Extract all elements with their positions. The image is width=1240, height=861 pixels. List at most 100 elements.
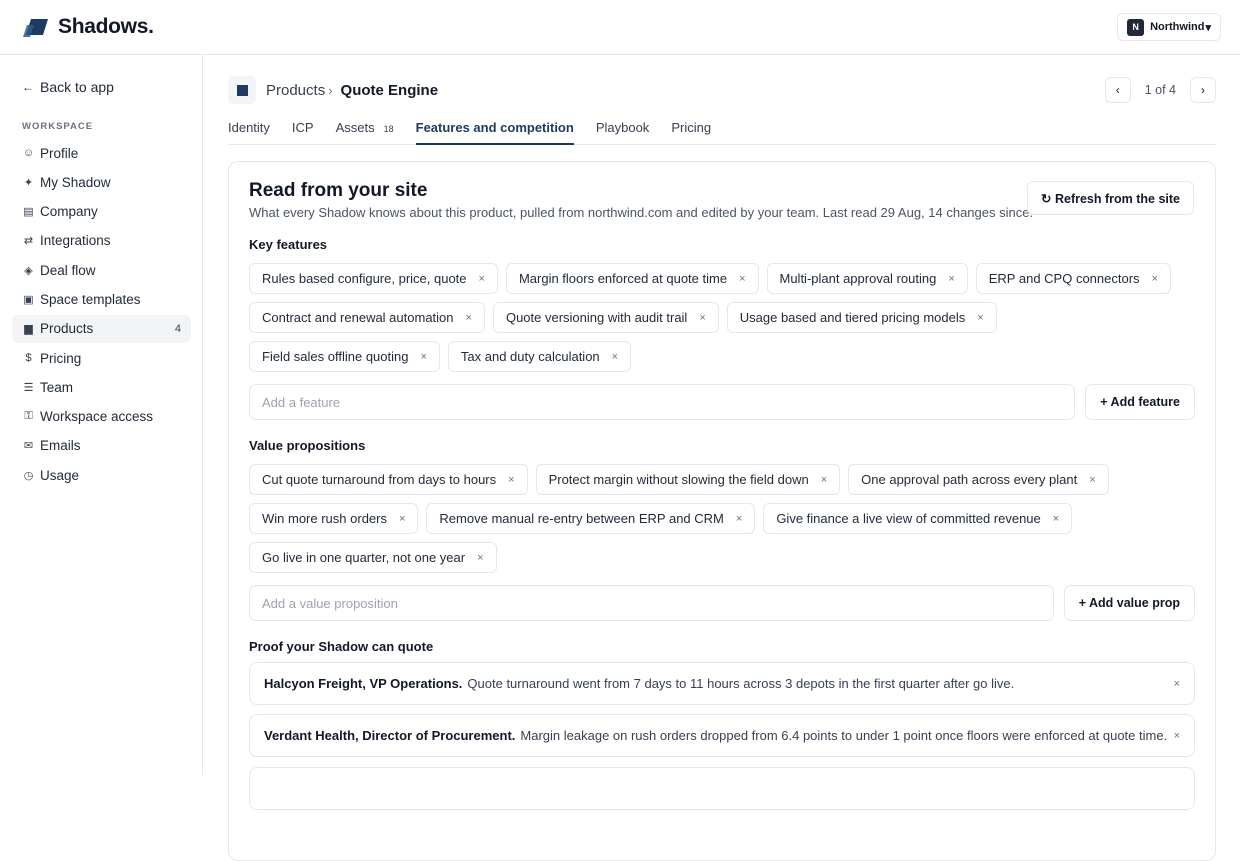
company-icon: ▤: [23, 206, 34, 219]
back-label: Back to app: [40, 79, 114, 95]
tab-count-badge: 18: [383, 124, 394, 134]
proof-item: Verdant Health, Director of Procurement.…: [249, 714, 1195, 757]
close-icon[interactable]: ×: [948, 273, 954, 285]
top-bar: Shadows. N Northwind ▾: [0, 0, 1240, 55]
team-icon: ☰: [23, 381, 34, 394]
org-switcher[interactable]: N Northwind ▾: [1117, 13, 1221, 41]
back-to-app-link[interactable]: ← Back to app: [22, 79, 114, 95]
sidebar-item-team[interactable]: ☰ Team: [12, 373, 191, 401]
tab-label: Pricing: [671, 120, 712, 135]
card-subtitle: What every Shadow knows about this produ…: [249, 205, 1034, 220]
feature-chip-label: Tax and duty calculation: [460, 349, 600, 364]
sidebar-nav: ☺ Profile ✦ My Shadow ▤ Company ⇄ Integrations ◈…: [12, 139, 191, 491]
close-icon[interactable]: ×: [508, 474, 514, 486]
sidebar-item-usage[interactable]: ◷ Usage: [12, 461, 191, 489]
tab-playbook[interactable]: Playbook: [596, 118, 649, 145]
value-prop-chip: Win more rush orders ×: [249, 503, 419, 534]
tab-features-and-competition[interactable]: Features and competition: [415, 118, 574, 145]
sidebar-item-label: Team: [40, 379, 74, 395]
add-feature-input[interactable]: [249, 384, 1076, 420]
close-icon[interactable]: ×: [612, 351, 618, 363]
sidebar-item-label: Products: [40, 321, 94, 337]
sidebar-item-label: Emails: [40, 438, 81, 454]
feature-chip: Rules based configure, price, quote ×: [249, 263, 498, 294]
sidebar-item-workspace-access[interactable]: ⚿ Workspace access: [12, 403, 191, 431]
feature-chip: ERP and CPQ connectors ×: [975, 263, 1171, 294]
sidebar-item-deal-flow[interactable]: ◈ Deal flow: [12, 256, 191, 284]
close-icon[interactable]: ×: [1174, 678, 1180, 690]
tab-assets[interactable]: Assets 18: [336, 118, 394, 145]
close-icon[interactable]: ×: [739, 273, 745, 285]
close-icon[interactable]: ×: [399, 513, 405, 525]
card-title: Read from your site: [249, 180, 428, 201]
close-icon[interactable]: ×: [1174, 730, 1180, 742]
sidebar-item-label: Workspace access: [40, 409, 154, 425]
close-icon[interactable]: ×: [736, 513, 742, 525]
value-prop-chip: Go live in one quarter, not one year ×: [249, 542, 497, 573]
close-icon[interactable]: ×: [477, 552, 483, 564]
sidebar-item-company[interactable]: ▤ Company: [12, 198, 191, 226]
close-icon[interactable]: ×: [699, 312, 705, 324]
sidebar-item-pricing[interactable]: $ Pricing: [12, 344, 191, 372]
breadcrumb: Products › Quote Engine: [228, 76, 438, 104]
tab-identity[interactable]: Identity: [228, 118, 270, 145]
record-pager: ‹ 1 of 4 ›: [1104, 77, 1216, 103]
close-icon[interactable]: ×: [479, 273, 485, 285]
sidebar-item-profile[interactable]: ☺ Profile: [12, 139, 191, 167]
sidebar-item-emails[interactable]: ✉ Emails: [12, 432, 191, 460]
add-value-prop-button[interactable]: + Add value prop: [1063, 585, 1195, 621]
breadcrumb-products-link[interactable]: Products: [266, 82, 325, 99]
add-value-prop-input[interactable]: [249, 585, 1054, 621]
feature-chip: Tax and duty calculation ×: [447, 341, 632, 372]
feature-chip: Usage based and tiered pricing models ×: [726, 302, 997, 333]
value-propositions-list: Cut quote turnaround from days to hours ×…: [249, 464, 1195, 573]
tab-label: ICP: [291, 120, 314, 135]
integrations-icon: ⇄: [23, 235, 34, 248]
close-icon[interactable]: ×: [977, 312, 983, 324]
sidebar-item-products[interactable]: ▆ Products 4: [12, 314, 191, 343]
value-prop-chip: One approval path across every plant ×: [848, 464, 1109, 495]
products-icon: ▆: [24, 323, 33, 336]
close-icon[interactable]: ×: [1089, 474, 1095, 486]
add-value-prop-row: + Add value prop: [249, 585, 1195, 621]
card-header: Read from your site What every Shadow kn…: [249, 180, 1033, 220]
proof-label: Proof your Shadow can quote: [249, 639, 434, 654]
tab-label: Features and competition: [415, 120, 574, 135]
sidebar-item-label: Company: [40, 204, 98, 220]
sidebar: ← Back to app WORKSPACE ☺ Profile ✦ My Shad…: [0, 55, 203, 775]
pager-position: 1 of 4: [1144, 83, 1176, 97]
sidebar-item-space-templates[interactable]: ▣ Space templates: [12, 285, 191, 313]
feature-chip-label: Multi-plant approval routing: [779, 271, 937, 286]
refresh-from-site-button[interactable]: ↻ Refresh from the site: [1027, 181, 1194, 215]
close-icon[interactable]: ×: [1152, 273, 1158, 285]
app-logo[interactable]: Shadows.: [22, 15, 154, 39]
close-icon[interactable]: ×: [466, 312, 472, 324]
key-features-list: Rules based configure, price, quote × Marg…: [249, 263, 1195, 372]
value-prop-chip: Cut quote turnaround from days to hours ×: [249, 464, 528, 495]
add-feature-button[interactable]: + Add feature: [1085, 384, 1195, 420]
shadows-logo-icon: [22, 15, 50, 39]
sidebar-item-integrations[interactable]: ⇄ Integrations: [12, 227, 191, 255]
chevron-left-icon: ‹: [1115, 83, 1120, 97]
pricing-icon: $: [25, 352, 32, 365]
previous-button[interactable]: ‹: [1104, 77, 1131, 103]
next-button[interactable]: ›: [1190, 77, 1216, 103]
sidebar-item-my-shadow[interactable]: ✦ My Shadow: [12, 168, 191, 196]
tab-icp[interactable]: ICP: [292, 118, 314, 145]
close-icon[interactable]: ×: [1053, 513, 1059, 525]
value-prop-chip-label: Win more rush orders: [262, 511, 387, 526]
profile-icon: ☺: [22, 147, 35, 159]
app-name: Shadows.: [58, 15, 154, 38]
tab-label: Assets: [335, 120, 375, 135]
my-shadow-icon: ✦: [23, 176, 34, 189]
key-features-label: Key features: [249, 237, 328, 252]
tab-pricing[interactable]: Pricing: [671, 118, 711, 145]
chevron-down-icon: ▾: [1205, 21, 1211, 34]
close-icon[interactable]: ×: [420, 351, 426, 363]
sidebar-item-label: Deal flow: [40, 262, 96, 278]
product-icon: [228, 76, 256, 104]
feature-chip-label: Field sales offline quoting: [262, 349, 409, 364]
close-icon[interactable]: ×: [821, 474, 827, 486]
feature-chip: Field sales offline quoting ×: [249, 341, 440, 372]
feature-chip-label: ERP and CPQ connectors: [988, 271, 1140, 286]
